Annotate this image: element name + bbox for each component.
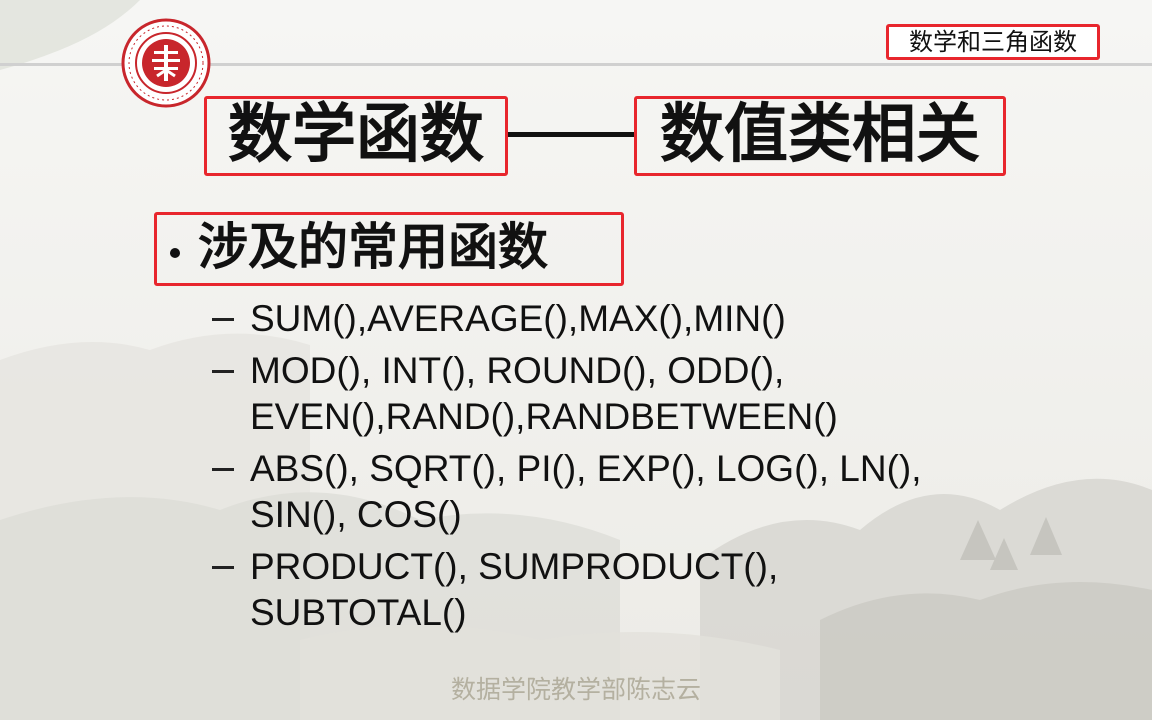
list-item-line: EVEN(),RAND(),RANDBETWEEN(): [250, 396, 838, 437]
dash-marker: [212, 370, 234, 373]
function-list: SUM(),AVERAGE(),MAX(),MIN() MOD(), INT()…: [212, 296, 972, 642]
list-item-line: PRODUCT(), SUMPRODUCT(),: [250, 546, 779, 587]
list-item: SUM(),AVERAGE(),MAX(),MIN(): [212, 296, 972, 342]
list-item-line: SUM(),AVERAGE(),MAX(),MIN(): [250, 298, 786, 339]
list-item-line: MOD(), INT(), ROUND(), ODD(),: [250, 350, 785, 391]
title-right: 数值类相关: [634, 96, 1006, 176]
title-dash: [508, 132, 634, 137]
author-footer: 数据学院教学部陈志云: [450, 675, 701, 704]
list-item-line: SUBTOTAL(): [250, 592, 467, 633]
list-item: ABS(), SQRT(), PI(), EXP(), LOG(), LN(),…: [212, 446, 972, 538]
list-item: PRODUCT(), SUMPRODUCT(), SUBTOTAL(): [212, 544, 972, 636]
bullet-text: 涉及的常用函数: [198, 218, 548, 276]
list-item-line: SIN(), COS(): [250, 494, 462, 535]
dash-marker: [212, 566, 234, 569]
bullet-dot: [170, 248, 180, 258]
university-seal-icon: [121, 18, 211, 108]
list-item: MOD(), INT(), ROUND(), ODD(), EVEN(),RAN…: [212, 348, 972, 440]
slide-title: 数学函数 数值类相关: [204, 88, 1014, 180]
main-bullet: 涉及的常用函数: [154, 212, 624, 286]
dash-marker: [212, 468, 234, 471]
title-left: 数学函数: [204, 96, 508, 176]
list-item-line: ABS(), SQRT(), PI(), EXP(), LOG(), LN(),: [250, 448, 922, 489]
dash-marker: [212, 318, 234, 321]
section-tag: 数学和三角函数: [886, 24, 1100, 60]
